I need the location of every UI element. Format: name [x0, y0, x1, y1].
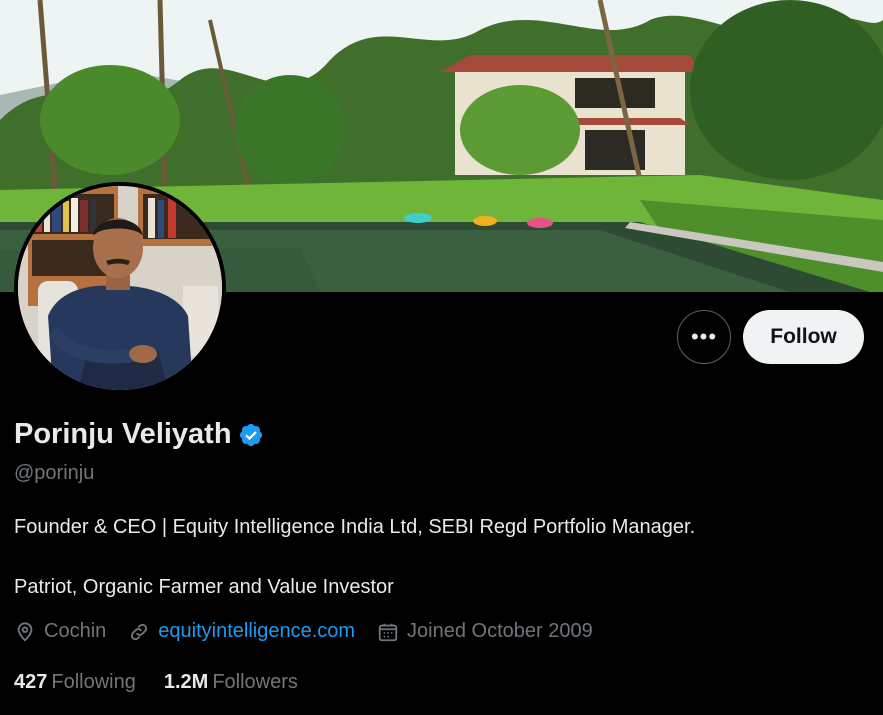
followers-link[interactable]: 1.2M Followers [164, 671, 298, 694]
website-link[interactable]: equityintelligence.com [158, 620, 355, 643]
name-row: Porinju Veliyath [14, 418, 264, 451]
bio: Founder & CEO | Equity Intelligence Indi… [14, 514, 874, 600]
followers-label: Followers [212, 671, 298, 693]
more-options-button[interactable]: ••• [677, 310, 731, 364]
location-pin-icon [17, 621, 33, 642]
bio-line-1: Founder & CEO | Equity Intelligence Indi… [14, 516, 696, 538]
avatar[interactable] [14, 182, 226, 394]
location-item: Cochin [14, 620, 106, 643]
following-link[interactable]: 427 Following [14, 671, 136, 694]
joined-text: Joined October 2009 [407, 620, 593, 642]
avatar-image [18, 186, 222, 390]
calendar-icon [378, 623, 398, 641]
following-label: Following [51, 671, 136, 693]
user-handle: @porinju [14, 462, 95, 484]
follow-counts: 427 Following 1.2M Followers [14, 671, 326, 694]
verified-badge-icon[interactable] [238, 422, 264, 448]
website-item: equityintelligence.com [128, 620, 355, 643]
followers-count: 1.2M [163, 671, 209, 693]
display-name: Porinju Veliyath [14, 418, 232, 450]
following-count: 427 [14, 671, 48, 693]
joined-item: Joined October 2009 [377, 620, 593, 643]
follow-button[interactable]: Follow [743, 310, 864, 364]
follow-label: Follow [770, 325, 837, 348]
location-text: Cochin [44, 620, 107, 642]
link-icon [131, 623, 148, 640]
more-icon: ••• [690, 324, 718, 349]
bio-line-2: Patriot, Organic Farmer and Value Invest… [14, 576, 394, 598]
profile-meta: Cochin equityintelligence.com Joined Oct… [14, 620, 593, 643]
